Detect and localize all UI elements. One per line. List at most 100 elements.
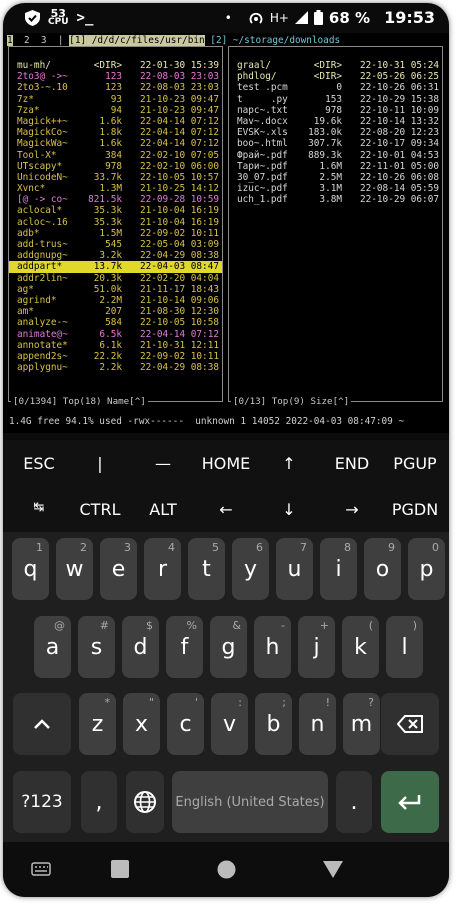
keyboard-icon[interactable] [31,862,51,876]
key-h[interactable]: -h [254,616,291,678]
key-x[interactable]: " x [123,693,160,755]
file-row[interactable]: [@ -> co~ 821.5k 22-09-28 10:59 [9,194,222,205]
key-k[interactable]: (k [342,616,379,678]
file-row[interactable]: aclocal* 35.3k 21-10-04 16:19 [9,205,222,216]
file-row[interactable]: annotate* 6.1k 21-10-31 12:11 [9,340,222,351]
file-row[interactable]: Xvnc* 1.3M 21-10-25 14:12 [9,183,222,194]
key-s[interactable]: # s [78,616,115,678]
command-line[interactable]: 1.4G free 94.1% used -rwx------ unknown … [9,416,404,427]
tab-1[interactable]: 1 [7,35,13,46]
key-v[interactable]: :v [211,693,248,755]
tab-2[interactable]: 2 [24,35,30,46]
file-row[interactable]: 2to3-~.10 123 22-08-03 23:03 [9,82,222,93]
file-row[interactable]: Mav~.docx 19.6k 22-10-14 13:32 [229,116,442,127]
left-file-panel[interactable]: mu-mh/ <DIR> 22-01-30 15:39 2to3@ ->~ 123 22-… [8,46,223,407]
file-row[interactable]: Тари~.pdf 1.6M 22-11-01 05:00 [229,161,442,172]
globe-key[interactable] [126,771,164,833]
key-y[interactable]: 6y [232,538,269,600]
terminal-screen[interactable]: 1 2 3 | [1] /d/d/c/files/usr/bin [2] ~/s… [3,33,449,433]
key-end[interactable]: END [335,454,369,473]
file-row[interactable]: Magick++~ 1.6k 22-04-14 07:12 [9,116,222,127]
file-row[interactable]: MagickWa~ 1.6k 22-04-14 07:12 [9,138,222,149]
file-row[interactable]: Фрай~.pdf 889.3k 22-10-01 04:53 [229,150,442,161]
home-icon[interactable] [217,860,236,879]
key-left[interactable]: ← [219,500,232,519]
key-pgup[interactable]: PGUP [393,454,436,473]
key-p[interactable]: 0p [408,538,445,600]
key-f[interactable]: % f [166,616,203,678]
file-row[interactable]: graal/ <DIR> 22-10-31 05:24 [229,60,442,71]
file-row[interactable]: MagickCo~ 1.8k 22-04-14 07:12 [9,127,222,138]
period-key[interactable]: . [336,771,372,833]
file-row[interactable]: t .py 153 22-10-29 15:38 [229,94,442,105]
file-row[interactable]: парс~.txt 978 22-10-11 10:09 [229,105,442,116]
key-z[interactable]: * z [79,693,116,755]
file-row[interactable]: test .pcm 0 22-10-26 06:31 [229,82,442,93]
key-a[interactable]: @ a [34,616,71,678]
key-l[interactable]: ) l [386,616,423,678]
file-row[interactable]: addr2lin~ 20.3k 22-02-20 04:04 [9,273,222,284]
key-i[interactable]: 8i [320,538,357,600]
file-row[interactable]: append2s~ 22.2k 22-09-02 10:11 [9,351,222,362]
file-row[interactable]: am* 207 21-08-30 12:30 [9,306,222,317]
shift-key[interactable] [13,693,71,755]
key-ctrl[interactable]: CTRL [80,500,121,519]
key-u[interactable]: 7u [276,538,313,600]
key-r[interactable]: 4r [144,538,181,600]
file-row[interactable]: adb* 1.5M 22-09-02 10:11 [9,228,222,239]
key-dash[interactable]: — [155,454,171,473]
key-q[interactable]: 1q [12,538,49,600]
file-row[interactable]: animate@~ 6.5k 22-04-14 07:12 [9,329,222,340]
key-c[interactable]: ' c [167,693,204,755]
key-up[interactable]: ↑ [282,454,295,473]
key-alt[interactable]: ALT [149,500,176,519]
file-row[interactable]: Tool-X* 384 22-02-10 07:05 [9,150,222,161]
key-b[interactable]: ; b [255,693,292,755]
file-row[interactable]: EVSK~.xls 183.0k 22-08-20 12:23 [229,127,442,138]
file-row[interactable]: agrind* 2.2M 21-10-14 09:06 [9,295,222,306]
file-row[interactable]: ag* 51.0k 21-11-17 18:43 [9,284,222,295]
comma-key[interactable]: , [81,771,117,833]
enter-key[interactable] [381,771,439,833]
symbols-key[interactable]: ?123 [13,771,71,833]
key-t[interactable]: 5t [188,538,225,600]
file-row[interactable]: mu-mh/ <DIR> 22-01-30 15:39 [9,60,222,71]
key-m[interactable]: ? m [343,693,380,755]
key-tab[interactable]: ↹ [34,500,45,515]
key-pgdn[interactable]: PGDN [392,500,438,519]
file-row[interactable]: uch_1.pdf 3.8M 22-10-29 06:07 [229,194,442,205]
file-row[interactable]: 7z* 93 21-10-23 09:47 [9,94,222,105]
key-home[interactable]: HOME [202,454,251,473]
key-g[interactable]: & g [210,616,247,678]
file-row[interactable]: applygnu~ 2.2k 22-04-29 08:38 [9,362,222,373]
key-esc[interactable]: ESC [23,454,54,473]
key-w[interactable]: 2w [56,538,93,600]
key-o[interactable]: 9o [364,538,401,600]
key-down[interactable]: ↓ [282,500,295,519]
file-row[interactable]: addgnupg~ 3.2k 22-04-29 08:38 [9,250,222,261]
file-row[interactable]: 7za* 94 21-10-23 09:47 [9,105,222,116]
file-row[interactable]: acloc~.16 35.3k 21-10-04 16:19 [9,217,222,228]
right-file-panel[interactable]: graal/ <DIR> 22-10-31 05:24 phdlog/ <DIR> 22-… [228,46,443,407]
back-icon[interactable] [323,861,343,878]
file-row[interactable]: UTscapy* 978 22-02-10 06:00 [9,161,222,172]
key-d[interactable]: $ d [122,616,159,678]
space-bar[interactable]: English (United States) [172,771,328,833]
file-row[interactable]: UnicodeN~ 33.7k 22-10-05 10:57 [9,172,222,183]
key-e[interactable]: 3e [100,538,137,600]
key-n[interactable]: ! n [299,693,336,755]
file-row[interactable]: 2to3@ ->~ 123 22-08-03 23:03 [9,71,222,82]
key-pipe[interactable]: | [97,454,102,473]
backspace-key[interactable] [381,693,439,755]
key-j[interactable]: + j [298,616,335,678]
file-row[interactable]: add-trus~ 545 22-05-04 03:09 [9,239,222,250]
file-row[interactable]: addpart* 13.7k 22-04-03 08:47 [9,261,222,273]
key-right[interactable]: → [345,500,358,519]
file-row[interactable]: izuc~.pdf 3.1M 22-08-14 05:59 [229,183,442,194]
file-row[interactable]: boo~.html 307.7k 22-10-17 09:34 [229,138,442,149]
tab-3[interactable]: 3 [41,35,47,46]
recents-icon[interactable] [111,860,129,878]
file-row[interactable]: 30_07.pdf 2.5M 22-10-26 06:08 [229,172,442,183]
file-row[interactable]: analyze-~ 584 22-10-05 10:58 [9,317,222,328]
file-row[interactable]: phdlog/ <DIR> 22-05-26 06:25 [229,71,442,82]
